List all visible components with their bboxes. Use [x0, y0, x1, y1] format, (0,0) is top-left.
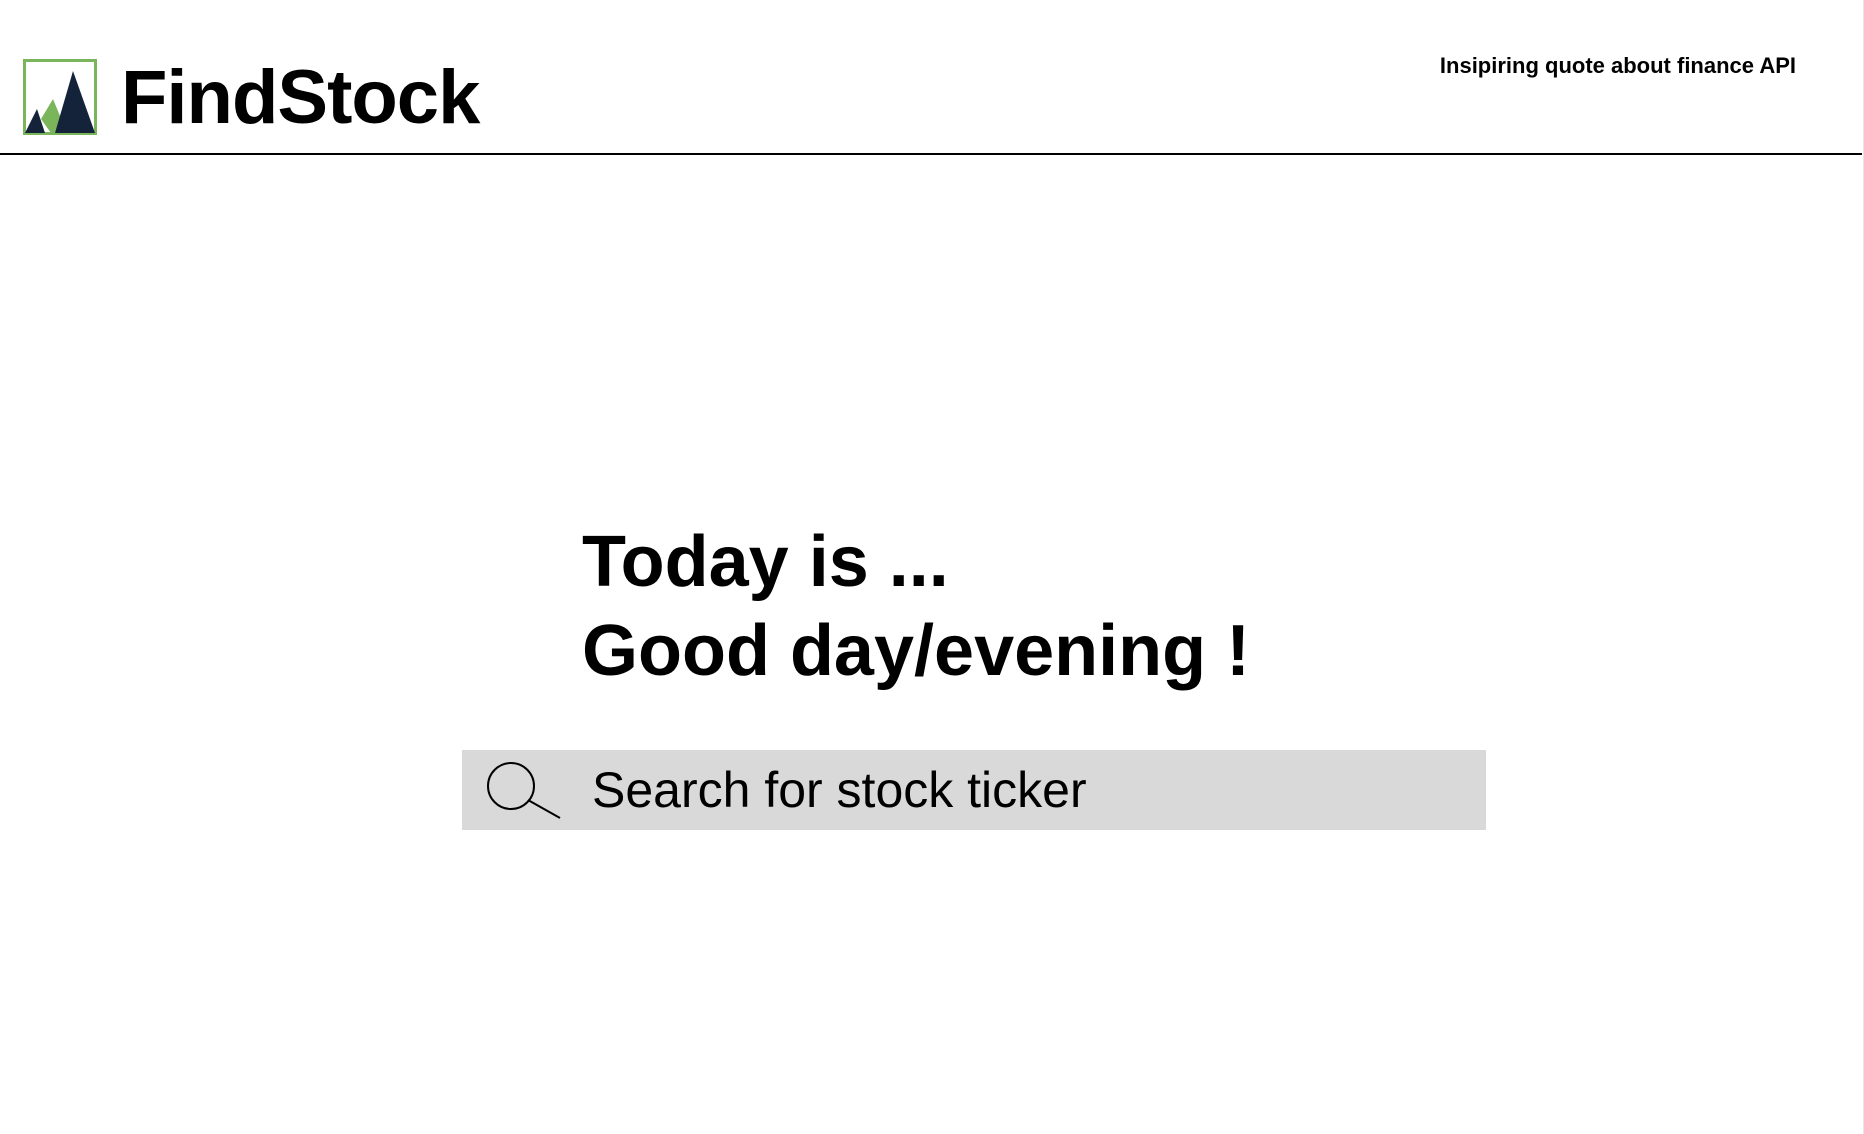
greeting-section: Today is ... Good day/evening ! [582, 518, 1250, 696]
search-icon[interactable] [486, 761, 562, 821]
today-text: Today is ... [582, 522, 949, 602]
header: FindStock Insipiring quote about finance… [0, 0, 1862, 155]
page: FindStock Insipiring quote about finance… [0, 0, 1864, 1134]
stock-ticker-search-input[interactable] [592, 750, 1462, 830]
greeting-text: Good day/evening ! [582, 611, 1251, 691]
finance-quote: Insipiring quote about finance API [1439, 53, 1796, 78]
brand-name[interactable]: FindStock [121, 54, 480, 142]
stock-search-bar[interactable] [462, 750, 1486, 830]
findstock-logo-icon[interactable] [23, 59, 97, 135]
